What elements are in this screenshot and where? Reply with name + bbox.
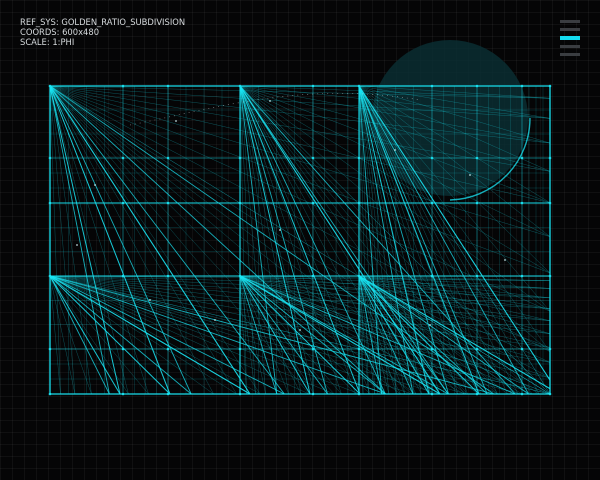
minor-dot [149,299,151,301]
intersection-dot [475,201,479,205]
intersection-dot [475,274,479,278]
fan-line [239,86,356,394]
ref-sys-label: REF_SYS: GOLDEN_RATIO_SUBDIVISION [20,17,186,27]
fan-line [358,275,440,394]
intersection-dot [166,201,170,205]
intersection-dot [311,274,315,278]
intersection-dot [475,347,479,351]
legend-item[interactable] [560,45,580,48]
minor-dot [299,329,301,331]
fan-line [50,86,237,394]
intersection-dot [166,274,170,278]
fan-line [50,275,550,379]
intersection-dot [238,156,242,160]
intersection-dot [357,274,361,278]
fan-line [239,275,342,394]
fan-line [358,275,422,394]
fan-line [239,86,371,394]
minor-dot [94,184,96,186]
coords-label: COORDS: 600x480 [20,27,100,38]
intersection-dot [121,274,125,278]
fan-line [50,86,413,394]
intersection-dot [238,347,242,351]
intersection-dot [166,347,170,351]
legend-item[interactable] [560,28,580,31]
intersection-dot [475,156,479,160]
minor-dot [429,324,431,326]
intersection-dot [121,156,125,160]
minor-dot [394,149,396,151]
fan-line [50,86,214,394]
intersection-dot [430,156,434,160]
minor-dot [214,319,216,321]
intersection-dot [311,201,315,205]
fan-line [50,275,214,394]
fan-line [50,275,335,394]
intersection-dot [238,201,242,205]
fan-line [239,275,465,394]
intersection-dot [520,274,524,278]
fan-line [50,275,237,394]
intersection-dot [430,201,434,205]
reference-info-panel: REF_SYS: GOLDEN_RATIO_SUBDIVISION COORDS… [20,17,185,48]
intersection-dot [430,347,434,351]
minor-dot [504,259,506,261]
intersection-dot [311,156,315,160]
fan-line [50,86,149,394]
fan-line [50,86,261,394]
scale-label: SCALE: 1:PHI [20,37,75,48]
legend-item-active[interactable] [560,36,580,40]
minor-dot [76,244,78,246]
intersection-dot [357,156,361,160]
legend-item[interactable] [560,20,580,23]
intersection-dot [121,347,125,351]
intersection-dot [238,274,242,278]
intersection-dot [520,201,524,205]
minor-dot [279,229,281,231]
intersection-dot [121,201,125,205]
legend-item[interactable] [560,53,580,56]
intersection-dot [430,274,434,278]
golden-ratio-diagram [48,40,552,396]
layer-legend [560,20,580,61]
intersection-dot [520,156,524,160]
intersection-dot [357,347,361,351]
minor-dot [469,174,471,176]
minor-dot [175,120,177,122]
intersection-dot [520,347,524,351]
intersection-dot [357,201,361,205]
fan-line [50,275,261,394]
intersection-dot [311,347,315,351]
intersection-dot [166,156,170,160]
minor-dot [269,100,271,102]
